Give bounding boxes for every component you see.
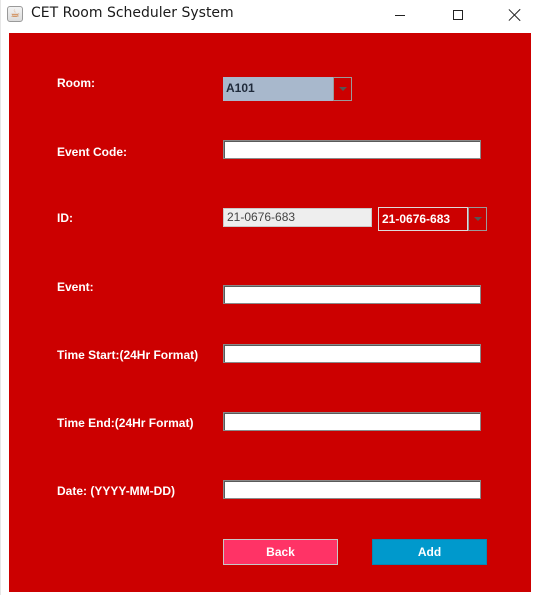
id-combo-arrow[interactable] (468, 207, 487, 231)
window-title: CET Room Scheduler System (31, 5, 234, 21)
close-icon (508, 8, 522, 22)
id-combo[interactable]: 21-0676-683 (378, 207, 487, 231)
chevron-down-icon (473, 217, 482, 221)
maximize-button[interactable] (435, 0, 481, 30)
id-combo-value: 21-0676-683 (378, 207, 468, 231)
room-combo-value: A101 (223, 77, 333, 101)
minimize-icon (395, 14, 405, 16)
id-label: ID: (57, 211, 73, 225)
room-label: Room: (57, 76, 95, 90)
back-button[interactable]: Back (223, 539, 338, 565)
title-bar[interactable]: ☕ CET Room Scheduler System (1, 0, 536, 30)
time-end-input[interactable] (223, 412, 481, 431)
add-button[interactable]: Add (372, 539, 487, 565)
room-combo[interactable]: A101 (223, 77, 352, 101)
maximize-icon (453, 10, 463, 20)
date-label: Date: (YYYY-MM-DD) (57, 484, 176, 498)
java-cup-icon: ☕ (7, 6, 23, 22)
id-input[interactable]: 21-0676-683 (223, 208, 372, 227)
event-input[interactable] (223, 285, 481, 304)
event-code-input[interactable] (223, 140, 481, 159)
form-panel: Room: A101 Event Code: ID: 21-0676-683 2… (9, 33, 531, 592)
chevron-down-icon (338, 87, 347, 91)
minimize-button[interactable] (377, 0, 423, 30)
app-window: ☕ CET Room Scheduler System Room: A101 E… (0, 0, 536, 595)
event-code-label: Event Code: (57, 145, 128, 159)
time-start-input[interactable] (223, 344, 481, 363)
room-combo-arrow[interactable] (333, 77, 352, 101)
event-label: Event: (57, 280, 94, 294)
close-button[interactable] (492, 0, 536, 30)
time-start-label: Time Start:(24Hr Format) (57, 348, 199, 362)
date-input[interactable] (223, 480, 481, 499)
time-end-label: Time End:(24Hr Format) (57, 416, 194, 430)
